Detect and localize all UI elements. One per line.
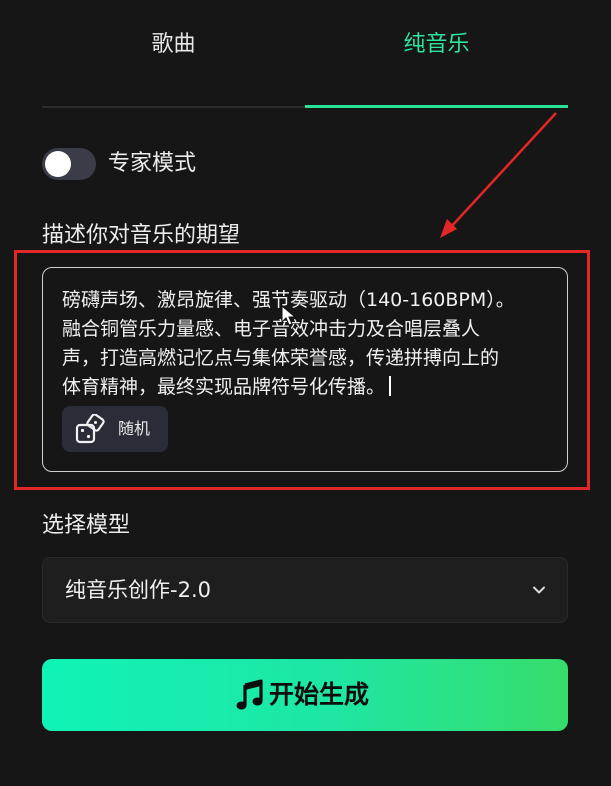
- toggle-knob: [45, 151, 71, 177]
- music-generator-panel: 歌曲 纯音乐 专家模式 描述你对音乐的期望 磅礴声场、激昂旋律、强节奏驱动（14…: [0, 0, 611, 786]
- model-selected-value: 纯音乐创作-2.0: [65, 578, 211, 602]
- generate-button-content: 开始生成: [42, 659, 568, 731]
- mode-tabs: 歌曲 纯音乐: [42, 0, 568, 110]
- generate-button[interactable]: 开始生成: [42, 659, 568, 731]
- chevron-down-icon: [533, 586, 545, 594]
- tab-pure-music[interactable]: 纯音乐: [305, 26, 568, 64]
- prompt-label: 描述你对音乐的期望: [42, 223, 241, 248]
- music-note-icon: [236, 679, 263, 710]
- expert-mode-label: 专家模式: [108, 151, 197, 176]
- tab-active-indicator: [305, 105, 568, 108]
- model-label: 选择模型: [42, 513, 131, 538]
- annotation-highlight-box: [14, 250, 590, 490]
- expert-mode-toggle[interactable]: [42, 148, 96, 180]
- model-select[interactable]: 纯音乐创作-2.0: [42, 557, 568, 623]
- tab-song[interactable]: 歌曲: [42, 26, 305, 64]
- generate-button-label: 开始生成: [269, 680, 370, 709]
